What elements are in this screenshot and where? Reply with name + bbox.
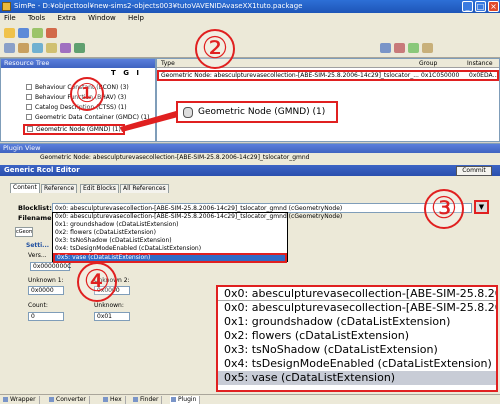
blocklist-dropdown: 0x0: abesculpturevasecollection-[ABE-SIM… bbox=[52, 212, 342, 263]
unknown1-field[interactable]: 0x0000 bbox=[28, 286, 64, 295]
finder-icon bbox=[133, 397, 138, 402]
inner-tab[interactable]: cGeom... bbox=[15, 227, 33, 237]
zoom-item: 0x0: abesculpturevasecollection-[ABE-SIM… bbox=[224, 301, 498, 314]
tab-all-references[interactable]: All References bbox=[120, 184, 169, 193]
blocklist-dropdown-button[interactable]: ▼ bbox=[474, 200, 489, 214]
marker-1: ① bbox=[70, 77, 104, 111]
bottom-tab-strip: Wrapper Converter Hex Finder Plugin bbox=[0, 394, 500, 404]
tab-finder[interactable]: Finder bbox=[132, 396, 163, 404]
tab-hex[interactable]: Hex bbox=[102, 396, 126, 404]
zoom-item: 0x1: groundshadow (cDataListExtension) bbox=[224, 315, 451, 328]
dropdown-zoom-callout: 0x0: abesculpturevasecollection-[ABE-SIM… bbox=[216, 285, 498, 392]
zoom-item: 0x0: abesculpturevasecollection-[ABE-SIM… bbox=[218, 287, 496, 301]
zoom-item: 0x4: tsDesignModeEnabled (cDataListExten… bbox=[224, 357, 492, 370]
editor-title: Generic Rcol Editor bbox=[4, 166, 80, 174]
zoom-item-selected: 0x5: vase (cDataListExtension) bbox=[218, 371, 496, 385]
count-label: Count: bbox=[28, 302, 48, 309]
tab-wrapper[interactable]: Wrapper bbox=[2, 396, 40, 404]
zoom-item: 0x2: flowers (cDataListExtension) bbox=[224, 329, 410, 342]
tab-content[interactable]: Content bbox=[10, 183, 40, 193]
tab-converter[interactable]: Converter bbox=[48, 396, 90, 404]
dropdown-item[interactable]: 0x4: tsDesignModeEnabled (cDataListExten… bbox=[53, 245, 287, 253]
version-field[interactable]: 0x0000000C bbox=[30, 262, 71, 271]
marker-4: ④ bbox=[77, 262, 117, 302]
commit-button[interactable]: Commit bbox=[456, 166, 492, 176]
filename-label: Filename: bbox=[18, 214, 55, 222]
unknown1-label: Unknown 1: bbox=[28, 277, 64, 284]
marker-2: ② bbox=[195, 29, 235, 69]
dropdown-item[interactable]: 0x0: abesculpturevasecollection-[ABE-SIM… bbox=[53, 213, 342, 221]
document-title: Geometric Node: abesculpturevasecollecti… bbox=[40, 154, 310, 161]
dropdown-item-selected[interactable]: 0x5: vase (cDataListExtension) bbox=[53, 253, 287, 263]
plugin-view-header: Plugin View bbox=[0, 144, 500, 153]
hex-icon bbox=[103, 397, 108, 402]
count-field[interactable]: 0 bbox=[28, 312, 64, 321]
unknown-label: Unknown: bbox=[94, 302, 124, 309]
tab-edit-blocks[interactable]: Edit Blocks bbox=[80, 184, 119, 193]
chevron-down-icon: ▼ bbox=[478, 203, 485, 211]
unknown-field[interactable]: 0x01 bbox=[94, 312, 130, 321]
settings-group-label: Setti... bbox=[26, 242, 50, 249]
version-label: Vers... bbox=[28, 252, 47, 259]
blocklist-label: Blocklist: bbox=[18, 204, 52, 212]
plugin-icon bbox=[171, 397, 176, 402]
tab-reference[interactable]: Reference bbox=[41, 184, 78, 193]
editor-title-bar: Generic Rcol Editor bbox=[0, 165, 500, 176]
arrow-gmnd bbox=[120, 111, 178, 132]
converter-icon bbox=[49, 397, 54, 402]
wrapper-icon bbox=[3, 397, 8, 402]
marker-3: ③ bbox=[424, 189, 464, 229]
dropdown-item[interactable]: 0x3: tsNoShadow (cDataListExtension) bbox=[53, 237, 287, 245]
dropdown-item[interactable]: 0x2: flowers (cDataListExtension) bbox=[53, 229, 287, 237]
tab-plugin[interactable]: Plugin bbox=[170, 396, 201, 404]
dropdown-item[interactable]: 0x1: groundshadow (cDataListExtension) bbox=[53, 221, 287, 229]
zoom-item: 0x3: tsNoShadow (cDataListExtension) bbox=[224, 343, 438, 356]
